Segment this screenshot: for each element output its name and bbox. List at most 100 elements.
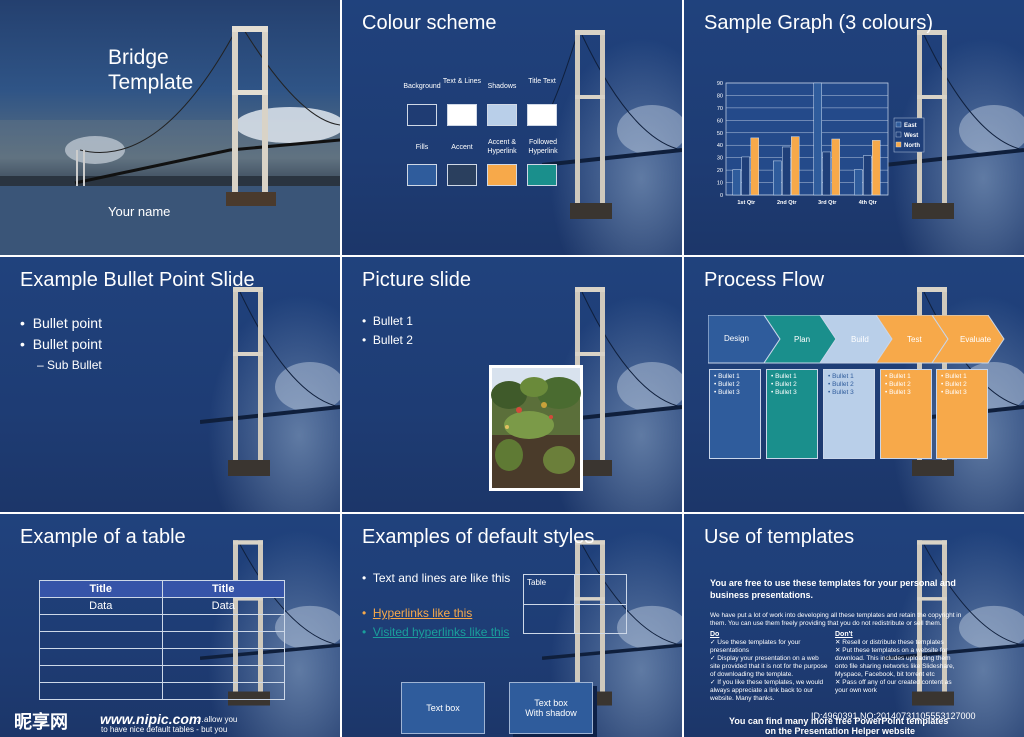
process-box-item: • Bullet 1 xyxy=(714,373,740,380)
bullet-hyperlink[interactable]: • Hyperlinks like this xyxy=(362,605,512,621)
watermark-id: ID:4960391 NO:20140731105553127000 xyxy=(811,711,976,721)
process-step-label: Evaluate xyxy=(960,335,992,344)
legend-swatch xyxy=(895,131,902,138)
swatch-accent-hyperlink xyxy=(487,164,517,186)
table-cell: Data xyxy=(161,597,285,615)
y-tick-label: 0 xyxy=(720,193,723,199)
bullet-text-lines: • Text and lines are like this xyxy=(362,571,511,585)
y-tick-label: 10 xyxy=(717,181,723,187)
bar-west xyxy=(741,156,750,196)
process-step-label: Test xyxy=(907,335,922,344)
slide-heading: Use of templates xyxy=(704,526,855,548)
slide-table[interactable]: Example of a table Title Title Data Data …… xyxy=(0,514,340,737)
bullet-text: Bullet point xyxy=(32,336,102,352)
slide-picture[interactable]: Picture slide • Bullet 1 • Bullet 2 xyxy=(342,257,682,512)
y-tick-label: 30 xyxy=(717,156,723,162)
slide-heading: Sample Graph (3 colours) xyxy=(704,12,933,34)
process-box-item: • Bullet 1 xyxy=(771,373,797,380)
slide-process-flow[interactable]: Process Flow Design Plan Build Test Eval… xyxy=(684,257,1024,512)
bar-east xyxy=(732,169,741,196)
process-box-item: • Bullet 1 xyxy=(885,373,911,380)
swatch-text-lines xyxy=(447,104,477,126)
process-box-item: • Bullet 2 xyxy=(714,381,740,388)
dont-column: Don't ✕ Resell or distribute these templ… xyxy=(835,631,960,695)
usage-footer-line2: on the Presentation Helper website xyxy=(765,726,916,736)
process-box-build: • Bullet 1 • Bullet 2 • Bullet 3 xyxy=(823,369,875,459)
slide-bullet-points[interactable]: Example Bullet Point Slide • Bullet poin… xyxy=(0,257,340,512)
table-header-row: Title Title xyxy=(39,580,285,598)
swatch-title-text xyxy=(527,104,557,126)
bullet-text: Bullet point xyxy=(32,315,102,331)
do-item: ✓ Use these templates for your presentat… xyxy=(710,639,801,654)
process-box-item: • Bullet 1 xyxy=(941,373,967,380)
slide-title-line1: Bridge xyxy=(108,46,169,69)
sample-table: Table xyxy=(523,574,627,634)
process-box-design: • Bullet 1 • Bullet 2 • Bullet 3 xyxy=(709,369,761,459)
process-step-label: Design xyxy=(724,334,749,343)
process-step-label: Build xyxy=(851,335,869,344)
example-table: Title Title Data Data xyxy=(39,580,285,700)
dont-title: Don't xyxy=(835,631,853,638)
table-cell xyxy=(161,682,285,700)
slide-use-of-templates[interactable]: Use of templates You are free to use the… xyxy=(684,514,1024,737)
bullet-item: • Bullet point xyxy=(20,336,102,352)
process-box-item: • Bullet 3 xyxy=(885,389,911,396)
table-cell xyxy=(39,631,163,649)
process-step-label: Plan xyxy=(794,335,811,344)
bridge-graphic xyxy=(542,30,682,219)
x-tick-label: 1st Qtr xyxy=(737,200,756,206)
table-header-cell: Title xyxy=(161,580,285,598)
table-cell xyxy=(39,614,163,632)
x-tick-label: 3rd Qtr xyxy=(818,200,837,206)
bar-north xyxy=(831,138,840,196)
slide-heading: Process Flow xyxy=(704,269,825,291)
garden-photo xyxy=(489,365,583,491)
y-tick-label: 60 xyxy=(717,118,723,124)
slide-sample-graph[interactable]: Sample Graph (3 colours) 0 10 20 30 40 50 60 70… xyxy=(684,0,1024,255)
process-box-evaluate: • Bullet 1 • Bullet 2 • Bullet 3 xyxy=(936,369,988,459)
process-box-item: • Bullet 3 xyxy=(941,389,967,396)
slide-heading: Examples of default styles xyxy=(362,526,595,548)
text-box-with-shadow: Text box With shadow xyxy=(509,682,593,734)
slide-heading: Example of a table xyxy=(20,526,186,548)
table-row xyxy=(39,665,285,683)
bar-east xyxy=(773,160,782,196)
do-title: Do xyxy=(710,631,720,638)
y-tick-label: 80 xyxy=(717,93,723,99)
do-item: ✓ Display your presentation on a web sit… xyxy=(710,655,828,678)
bar-north xyxy=(791,136,800,196)
bar-north xyxy=(750,137,759,196)
watermark-site: www.nipic.com xyxy=(100,711,202,727)
usage-intro: We have put a lot of work into developin… xyxy=(710,612,962,627)
text-box: Text box xyxy=(401,682,485,734)
process-box-test: • Bullet 1 • Bullet 2 • Bullet 3 xyxy=(880,369,932,459)
bullet-item: • Bullet 1 xyxy=(362,314,413,328)
process-box-item: • Bullet 2 xyxy=(885,381,911,388)
bullet-text: Bullet 1 xyxy=(372,314,413,328)
bullet-visited-hyperlink[interactable]: • Visited hyperlinks like this xyxy=(362,624,512,640)
swatch-shadows xyxy=(487,104,517,126)
slide-heading: Colour scheme xyxy=(362,12,497,34)
swatch-accent xyxy=(447,164,477,186)
table-note-line1: …allow you xyxy=(196,715,238,724)
table-header-cell: Title xyxy=(39,580,163,598)
y-tick-label: 50 xyxy=(717,131,723,137)
table-row xyxy=(39,682,285,700)
slide-colour-scheme[interactable]: Colour scheme Background Text & Lines Sh… xyxy=(342,0,682,255)
table-cell xyxy=(39,648,163,666)
usage-heading: You are free to use these templates for … xyxy=(710,578,956,600)
slide-default-styles[interactable]: Examples of default styles • Text and li… xyxy=(342,514,682,737)
bar-west xyxy=(782,146,791,196)
process-box-item: • Bullet 1 xyxy=(828,373,854,380)
process-box-item: • Bullet 3 xyxy=(828,389,854,396)
swatch-fills xyxy=(407,164,437,186)
slide-heading: Example Bullet Point Slide xyxy=(20,269,255,291)
slide-title[interactable]: Bridge Template Your name xyxy=(0,0,340,255)
process-box-item: • Bullet 2 xyxy=(828,381,854,388)
sub-bullet-text: Sub Bullet xyxy=(47,358,102,372)
table-cell: Data xyxy=(39,597,163,615)
bullet-item: • Bullet point xyxy=(20,315,102,331)
table-cell xyxy=(161,648,285,666)
table-row xyxy=(39,614,285,632)
legend-label: East xyxy=(904,123,917,129)
